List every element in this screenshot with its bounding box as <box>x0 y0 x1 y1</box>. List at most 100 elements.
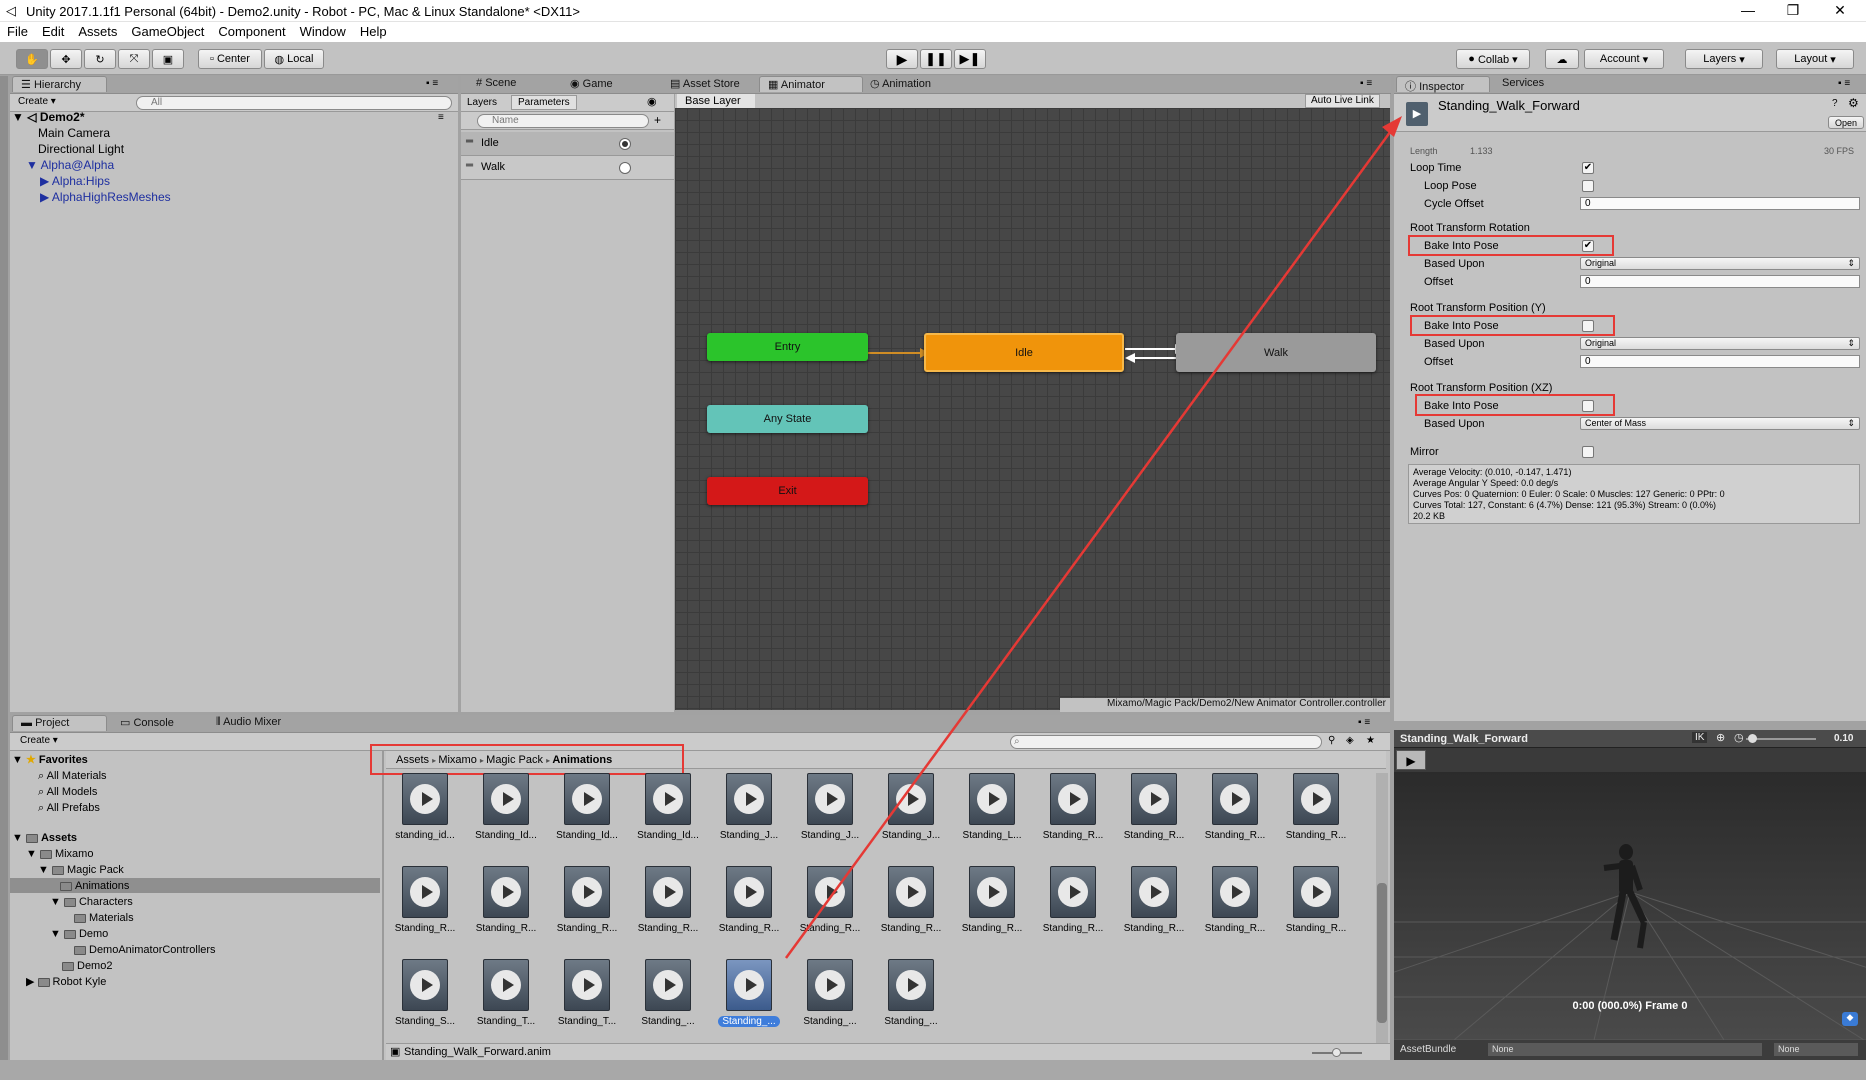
preview-viewport[interactable]: 0:00 (000.0%) Frame 0 ◆ <box>1394 772 1866 1040</box>
tab-animation[interactable]: ◷ Animation <box>862 76 939 92</box>
state-exit[interactable]: Exit <box>707 477 868 505</box>
asset-item[interactable]: standing_id... <box>390 773 460 853</box>
drag-handle-icon[interactable]: ═ <box>466 136 473 147</box>
hierarchy-item[interactable]: Main Camera <box>38 126 110 141</box>
tree-folder[interactable]: ▼ Demo <box>50 927 108 941</box>
tab-hierarchy[interactable]: ☰ Hierarchy <box>12 76 107 92</box>
panel-menu-icon[interactable]: ▪ ≡ <box>426 78 438 89</box>
scale-tool-button[interactable]: ⤧ <box>118 49 150 69</box>
rot-based-dropdown[interactable]: Original ⇕ <box>1580 257 1860 270</box>
hierarchy-search-input[interactable]: All <box>136 96 452 110</box>
menu-help[interactable]: Help <box>353 22 394 39</box>
cycle-offset-field[interactable]: 0 <box>1580 197 1860 210</box>
asset-item[interactable]: Standing_R... <box>1200 866 1270 946</box>
menu-edit[interactable]: Edit <box>35 22 71 39</box>
rotate-tool-button[interactable]: ↻ <box>84 49 116 69</box>
asset-item[interactable]: Standing_R... <box>714 866 784 946</box>
assetbundle-dropdown[interactable]: None <box>1488 1043 1762 1056</box>
asset-item[interactable]: Standing_T... <box>471 959 541 1039</box>
asset-item[interactable]: Standing_L... <box>957 773 1027 853</box>
menu-file[interactable]: File <box>0 22 35 39</box>
filter-type-icon[interactable]: ⚲ <box>1328 735 1335 746</box>
favorites-node[interactable]: ▼ ★ Favorites <box>12 753 88 767</box>
tree-folder[interactable]: ▶ Robot Kyle <box>26 975 106 989</box>
param-row-walk[interactable]: ═ Walk <box>461 156 674 180</box>
asset-item[interactable]: Standing_R... <box>1281 866 1351 946</box>
tab-parameters[interactable]: Parameters <box>511 95 577 110</box>
pivot-center-button[interactable]: ▫ Center <box>198 49 262 69</box>
hierarchy-item-prefab[interactable]: ▶ AlphaHighResMeshes <box>40 190 171 205</box>
tree-folder[interactable]: Demo2 <box>62 959 112 973</box>
menu-gameobject[interactable]: GameObject <box>124 22 211 39</box>
asset-item[interactable]: Standing_Id... <box>633 773 703 853</box>
tab-audio-mixer[interactable]: ⫴ Audio Mixer <box>208 715 289 731</box>
asset-item[interactable]: Standing_S... <box>390 959 460 1039</box>
close-icon[interactable]: ✕ <box>1825 2 1855 19</box>
asset-item[interactable]: Standing_R... <box>1200 773 1270 853</box>
tab-asset-store[interactable]: ▤ Asset Store <box>662 76 748 92</box>
preview-play-button[interactable]: ▶ <box>1396 750 1426 770</box>
maximize-icon[interactable]: ❐ <box>1778 2 1808 19</box>
drag-handle-icon[interactable]: ═ <box>466 160 473 171</box>
layout-button[interactable]: Layout ▾ <box>1776 49 1854 69</box>
asset-item[interactable]: Standing_R... <box>1281 773 1351 853</box>
asset-item[interactable]: Standing_R... <box>957 866 1027 946</box>
asset-item[interactable]: Standing_R... <box>633 866 703 946</box>
loop-pose-checkbox[interactable] <box>1582 180 1594 192</box>
cloud-button[interactable]: ☁ <box>1545 49 1579 69</box>
menu-window[interactable]: Window <box>293 22 353 39</box>
collab-button[interactable]: ● Collab ▾ <box>1456 49 1530 69</box>
pivot-local-button[interactable]: ◍ Local <box>264 49 324 69</box>
speed-slider-thumb[interactable] <box>1748 734 1757 743</box>
hierarchy-create-button[interactable]: Create ▾ <box>18 96 56 107</box>
hierarchy-item-prefab[interactable]: ▼ Alpha@Alpha <box>26 158 114 173</box>
state-idle[interactable]: Idle <box>924 333 1124 372</box>
tree-folder-selected[interactable]: Animations <box>60 879 129 893</box>
step-button[interactable]: ▶❚ <box>954 49 986 69</box>
layers-button[interactable]: Layers ▾ <box>1685 49 1763 69</box>
project-search-input[interactable]: ⌕ <box>1010 735 1322 749</box>
tab-services[interactable]: Services <box>1494 76 1552 92</box>
tree-folder[interactable]: ▼ Characters <box>50 895 133 909</box>
tab-scene[interactable]: # Scene <box>468 76 524 92</box>
posy-offset-field[interactable]: 0 <box>1580 355 1860 368</box>
favorite-item[interactable]: ⌕ All Models <box>38 785 97 799</box>
play-button[interactable]: ▶ <box>886 49 918 69</box>
menu-component[interactable]: Component <box>211 22 292 39</box>
asset-item[interactable]: Standing_R... <box>1119 866 1189 946</box>
asset-item[interactable]: Standing_R... <box>471 866 541 946</box>
asset-item[interactable]: Standing_T... <box>552 959 622 1039</box>
tree-folder[interactable]: ▼ Mixamo <box>26 847 93 861</box>
base-layer-breadcrumb[interactable]: Base Layer <box>677 94 755 108</box>
favorite-item[interactable]: ⌕ All Prefabs <box>38 801 100 815</box>
asset-item[interactable]: Standing_R... <box>1038 866 1108 946</box>
tab-game[interactable]: ◉ Game <box>562 76 621 92</box>
scene-root[interactable]: ▼ ◁ Demo2* <box>12 110 85 125</box>
hand-tool-button[interactable]: ✋ <box>16 49 48 69</box>
variant-dropdown[interactable]: None <box>1774 1043 1858 1056</box>
auto-live-link-button[interactable]: Auto Live Link <box>1305 94 1380 108</box>
open-button[interactable]: Open <box>1828 116 1864 129</box>
assets-node[interactable]: ▼ Assets <box>12 831 77 845</box>
asset-scrollbar[interactable] <box>1376 773 1388 1043</box>
asset-item[interactable]: Standing_R... <box>552 866 622 946</box>
asset-item[interactable]: Standing_Id... <box>552 773 622 853</box>
pivot-icon[interactable]: ⊕ <box>1716 731 1725 744</box>
tab-inspector[interactable]: ⓘ Inspector <box>1396 76 1490 93</box>
asset-item[interactable]: Standing_J... <box>714 773 784 853</box>
project-create-button[interactable]: Create ▾ <box>20 735 58 746</box>
tab-project[interactable]: ▬ Project <box>12 715 107 731</box>
posy-based-dropdown[interactable]: Original ⇕ <box>1580 337 1860 350</box>
asset-item[interactable]: Standing_... <box>714 959 784 1039</box>
loop-time-checkbox[interactable]: ✔ <box>1582 162 1594 174</box>
asset-item[interactable]: Standing_... <box>633 959 703 1039</box>
param-radio-off[interactable] <box>619 162 631 174</box>
tree-folder[interactable]: ▼ Magic Pack <box>38 863 124 877</box>
asset-item[interactable]: Standing_Id... <box>471 773 541 853</box>
help-icon[interactable]: ? <box>1832 98 1838 109</box>
scrollbar-thumb[interactable] <box>1377 883 1387 1023</box>
tab-layers[interactable]: Layers <box>467 97 497 108</box>
rect-tool-button[interactable]: ▣ <box>152 49 184 69</box>
favorite-star-icon[interactable]: ★ <box>1366 735 1375 746</box>
tab-animator[interactable]: ▦ Animator <box>759 76 863 92</box>
